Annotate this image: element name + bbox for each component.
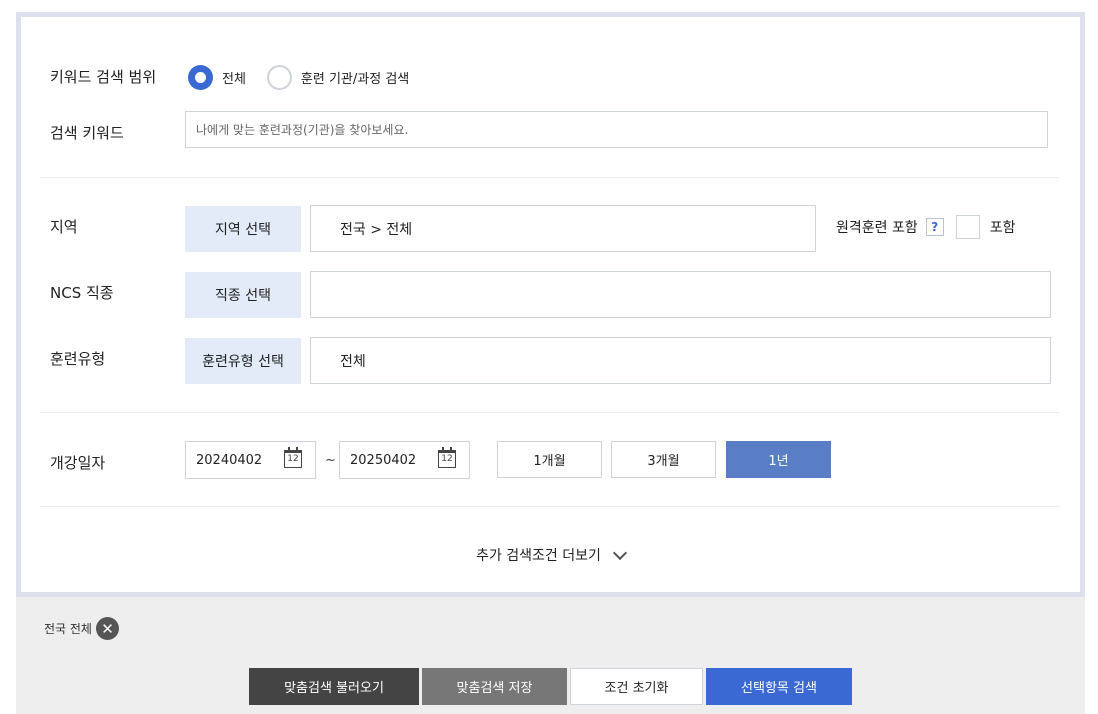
end-date-field[interactable]: 20250402 12 (339, 441, 470, 479)
save-search-button[interactable]: 맞춤검색 저장 (422, 668, 567, 705)
region-label: 지역 (50, 218, 78, 236)
calendar-icon[interactable]: 12 (284, 447, 302, 468)
search-panel: 키워드 검색 범위 전체 훈련 기관/과정 검색 검색 키워드 지역 지역 선택… (16, 12, 1085, 597)
remote-include-checkbox[interactable] (955, 215, 980, 239)
divider (40, 506, 1060, 507)
scope-radio-group: 전체 훈련 기관/과정 검색 (188, 65, 430, 90)
period-1-year-button[interactable]: 1년 (726, 441, 831, 478)
date-separator: ~ (325, 453, 336, 468)
scope-radio-all[interactable]: 전체 (188, 65, 246, 90)
search-selected-button[interactable]: 선택항목 검색 (706, 668, 852, 705)
ncs-select-button[interactable]: 직종 선택 (185, 272, 301, 318)
start-date-label: 개강일자 (50, 454, 106, 472)
scope-label: 키워드 검색 범위 (50, 68, 157, 86)
chip-label: 전국 전체 (44, 622, 92, 636)
selected-condition-chip: 전국 전체 ✕ (44, 617, 119, 640)
scope-radio-institution[interactable]: 훈련 기관/과정 검색 (266, 65, 410, 90)
scope-radio-institution-label: 훈련 기관/과정 검색 (300, 72, 410, 87)
selection-footer: 전국 전체 ✕ 맞춤검색 불러오기 맞춤검색 저장 조건 초기화 선택항목 검색 (16, 597, 1085, 714)
close-icon[interactable]: ✕ (95, 617, 119, 640)
more-conditions-label: 추가 검색조건 더보기 (476, 548, 601, 564)
training-type-select-button[interactable]: 훈련유형 선택 (185, 338, 301, 384)
region-value-field[interactable]: 전국 > 전체 (310, 205, 816, 252)
scope-radio-all-label: 전체 (222, 72, 246, 87)
remote-training-label: 원격훈련 포함 (836, 220, 918, 236)
more-conditions-toggle[interactable]: 추가 검색조건 더보기 (21, 545, 1080, 565)
training-type-value-field[interactable]: 전체 (310, 337, 1051, 384)
ncs-label: NCS 직종 (50, 284, 114, 302)
load-saved-search-button[interactable]: 맞춤검색 불러오기 (249, 668, 419, 705)
divider (40, 177, 1060, 178)
end-date-value: 20250402 (350, 452, 417, 468)
help-icon[interactable]: ? (925, 218, 944, 236)
remote-training-option: 원격훈련 포함 ? 포함 (836, 215, 1016, 239)
radio-checked-icon (188, 65, 213, 90)
training-type-label: 훈련유형 (50, 350, 106, 368)
region-select-button[interactable]: 지역 선택 (185, 206, 301, 252)
divider (40, 412, 1060, 413)
remote-include-label: 포함 (989, 220, 1016, 236)
calendar-icon[interactable]: 12 (438, 447, 456, 468)
ncs-value-field[interactable] (310, 271, 1051, 318)
start-date-value: 20240402 (196, 452, 263, 468)
keyword-label: 검색 키워드 (50, 124, 124, 142)
chevron-down-icon (612, 545, 627, 560)
reset-conditions-button[interactable]: 조건 초기화 (570, 668, 703, 705)
period-1-month-button[interactable]: 1개월 (497, 441, 602, 478)
keyword-input[interactable] (185, 111, 1048, 148)
start-date-field[interactable]: 20240402 12 (185, 441, 316, 479)
period-3-months-button[interactable]: 3개월 (611, 441, 716, 478)
radio-unchecked-icon (266, 65, 292, 90)
